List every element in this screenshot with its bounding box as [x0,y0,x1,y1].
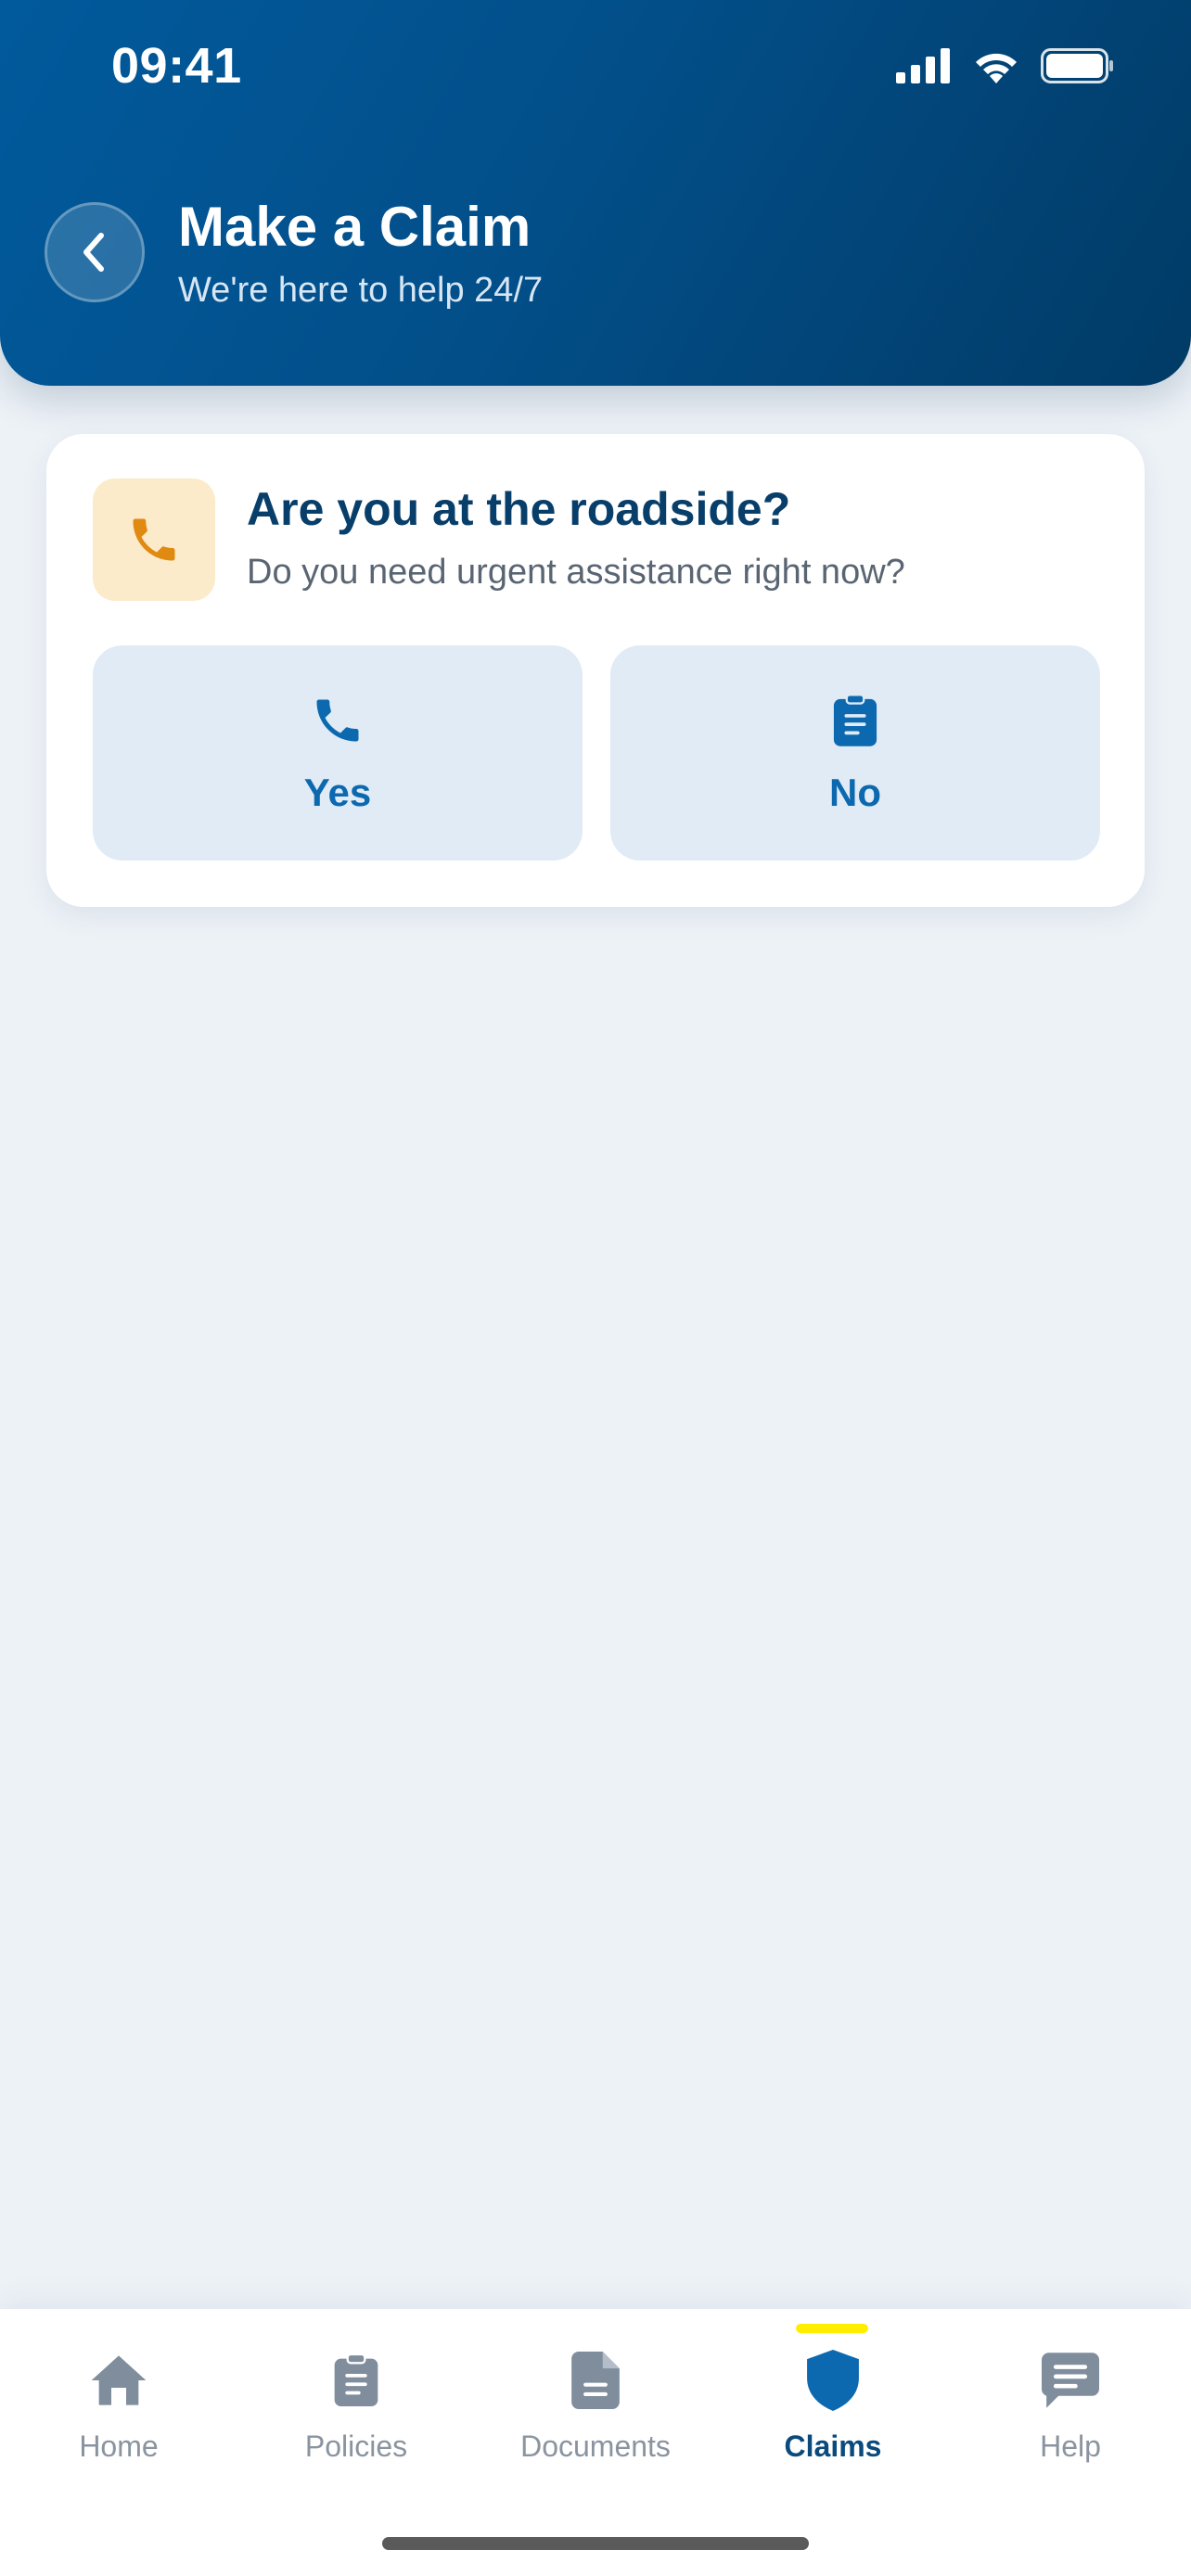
home-indicator [382,2537,809,2550]
tab-documents-label: Documents [520,2429,671,2463]
roadside-question: Are you at the roadside? [247,483,791,535]
document-icon [571,2352,620,2409]
back-button[interactable] [45,202,145,302]
phone-icon [316,699,359,742]
chat-icon [1042,2353,1099,2408]
tab-bar: Home Policies Documents Claims Help [0,2309,1191,2576]
roadside-icon-tile [93,478,215,601]
chevron-left-icon [83,233,104,272]
roadside-card: Are you at the roadside? Do you need urg… [46,434,1145,907]
home-icon [91,2355,147,2405]
wifi-icon [976,53,1017,83]
page-subtitle: We're here to help 24/7 [178,271,544,310]
tab-claims[interactable]: Claims [714,2309,952,2494]
no-label: No [829,771,881,814]
clipboard-icon [334,2353,378,2406]
page-title: Make a Claim [178,196,531,258]
yes-button[interactable]: Yes [93,645,583,861]
tab-claims-label: Claims [784,2429,882,2463]
signal-icon [896,48,950,83]
battery-icon [1041,48,1113,83]
tab-home-label: Home [79,2429,159,2463]
tab-policies[interactable]: Policies [237,2309,475,2494]
tab-home[interactable]: Home [0,2309,237,2494]
status-time: 09:41 [111,38,242,94]
tab-documents[interactable]: Documents [477,2309,714,2494]
phone-icon [133,518,175,561]
yes-label: Yes [303,771,372,814]
tab-help-label: Help [1040,2429,1101,2463]
tab-help[interactable]: Help [952,2309,1189,2494]
shield-icon [807,2350,859,2411]
tab-policies-label: Policies [304,2429,408,2463]
no-button[interactable]: No [610,645,1100,861]
header: 09:41 Make a Claim We're here to help 24… [0,0,1191,386]
clipboard-icon [833,694,877,746]
status-icons [896,48,1115,83]
roadside-subtitle: Do you need urgent assistance right now? [247,553,905,592]
